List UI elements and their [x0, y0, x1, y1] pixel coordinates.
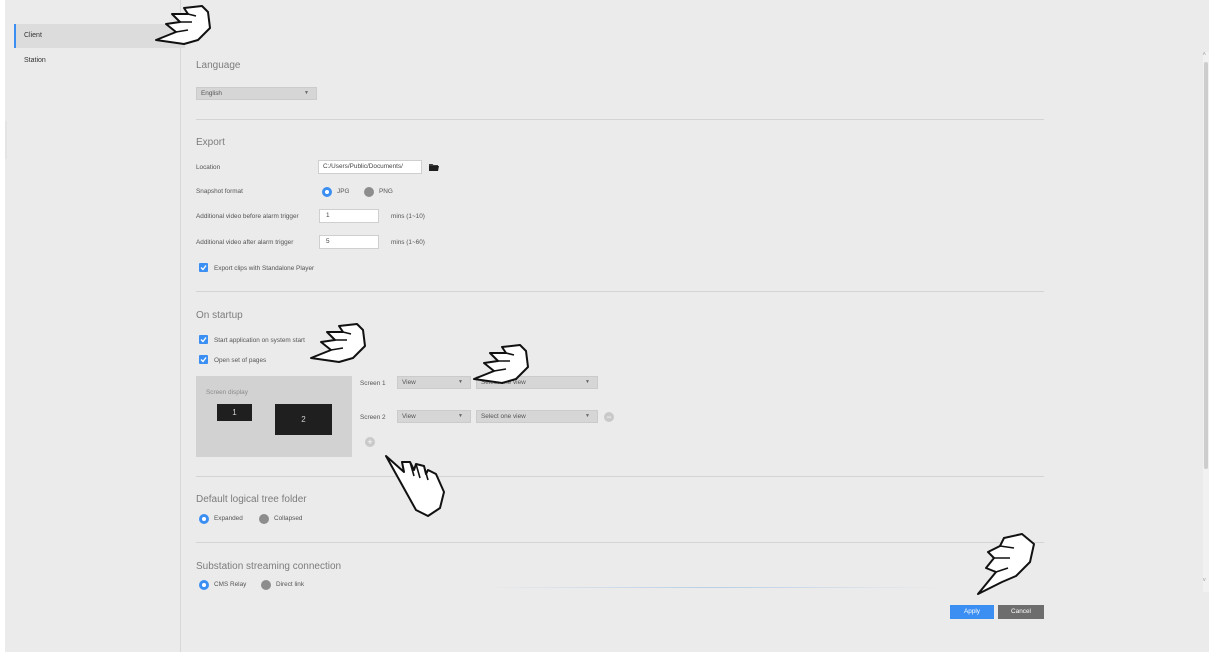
scroll-fade	[482, 587, 942, 588]
before-alarm-label: Additional video before alarm trigger	[196, 213, 299, 220]
remove-screen-icon[interactable]: −	[604, 412, 614, 422]
tree-collapsed-label: Collapsed	[274, 515, 303, 522]
caret-down-icon: ▼	[585, 413, 590, 419]
sidebar-item-label: Station	[24, 57, 46, 64]
tree-collapsed-radio[interactable]	[259, 514, 269, 524]
after-alarm-label: Additional video after alarm trigger	[196, 239, 294, 246]
folder-icon[interactable]	[429, 163, 439, 171]
substation-title: Substation streaming connection	[196, 561, 342, 572]
divider	[196, 119, 1044, 120]
check-icon	[200, 337, 207, 343]
sidebar-edge-accent	[5, 121, 7, 159]
snapshot-format-label: Snapshot format	[196, 188, 243, 195]
screen-2-view-value: Select one view	[481, 413, 526, 420]
screen-display-panel: Screen display 1 2	[196, 376, 352, 457]
sidebar: Client Station	[5, 0, 185, 652]
divider	[196, 542, 1044, 543]
snapshot-jpg-label: JPG	[337, 188, 350, 195]
pointing-hand-icon	[977, 533, 1035, 595]
standalone-player-checkbox[interactable]	[199, 263, 208, 272]
tree-folder-title: Default logical tree folder	[196, 494, 307, 505]
before-alarm-unit: mins (1~10)	[391, 213, 425, 220]
screen-2-view-type-select[interactable]: View ▼	[397, 410, 471, 423]
startup-title: On startup	[196, 310, 243, 321]
after-alarm-unit: mins (1~60)	[391, 239, 425, 246]
screen-2-label: Screen 2	[360, 414, 386, 421]
language-title: Language	[196, 60, 241, 71]
snapshot-png-radio[interactable]	[364, 187, 374, 197]
cms-relay-label: CMS Relay	[214, 581, 247, 588]
after-alarm-input[interactable]: 5	[319, 235, 379, 249]
cancel-button[interactable]: Cancel	[998, 605, 1044, 619]
direct-link-label: Direct link	[276, 581, 305, 588]
language-value: English	[201, 90, 222, 97]
screen-2-view-select[interactable]: Select one view ▼	[476, 410, 598, 423]
pointing-hand-icon	[473, 344, 529, 384]
divider	[196, 291, 1044, 292]
caret-down-icon: ▼	[458, 379, 463, 385]
screen-2-view-type-value: View	[402, 413, 416, 420]
location-label: Location	[196, 164, 221, 171]
caret-down-icon: ▼	[304, 90, 309, 96]
screen-1-view-type-value: View	[402, 379, 416, 386]
caret-down-icon: ▼	[585, 379, 590, 385]
pointing-hand-icon	[310, 323, 366, 363]
start-app-checkbox[interactable]	[199, 335, 208, 344]
screen-1-preview[interactable]: 1	[217, 404, 252, 421]
standalone-player-label: Export clips with Standalone Player	[214, 265, 315, 272]
pointing-hand-icon	[155, 5, 211, 45]
export-title: Export	[196, 137, 225, 148]
screen-2-preview[interactable]: 2	[275, 404, 332, 435]
tree-expanded-radio[interactable]	[199, 514, 209, 524]
check-icon	[200, 357, 207, 363]
scroll-down-icon[interactable]: ˅	[1202, 578, 1206, 584]
add-screen-icon[interactable]: +	[365, 437, 375, 447]
direct-link-radio[interactable]	[261, 580, 271, 590]
open-pages-checkbox[interactable]	[199, 355, 208, 364]
snapshot-jpg-radio[interactable]	[322, 187, 332, 197]
cms-relay-radio[interactable]	[199, 580, 209, 590]
before-alarm-input[interactable]: 1	[319, 209, 379, 223]
apply-button[interactable]: Apply	[950, 605, 994, 619]
screen-1-label: Screen 1	[360, 380, 386, 387]
start-app-label: Start application on system start	[214, 337, 305, 344]
divider	[196, 476, 1044, 477]
snapshot-png-label: PNG	[379, 188, 393, 195]
location-field[interactable]: C:/Users/Public/Documents/	[318, 160, 422, 174]
open-pages-label: Open set of pages	[214, 357, 267, 364]
check-icon	[200, 265, 207, 271]
tree-expanded-label: Expanded	[214, 515, 243, 522]
sidebar-item-station[interactable]: Station	[14, 49, 185, 73]
scrollbar-thumb[interactable]	[1204, 62, 1208, 469]
pointing-hand-icon	[385, 455, 445, 517]
language-select[interactable]: English ▼	[196, 87, 317, 100]
screen-display-label: Screen display	[206, 389, 248, 396]
caret-down-icon: ▼	[458, 413, 463, 419]
scroll-up-icon[interactable]: ˄	[1202, 52, 1206, 58]
screen-1-view-type-select[interactable]: View ▼	[397, 376, 471, 389]
sidebar-item-label: Client	[24, 32, 42, 39]
